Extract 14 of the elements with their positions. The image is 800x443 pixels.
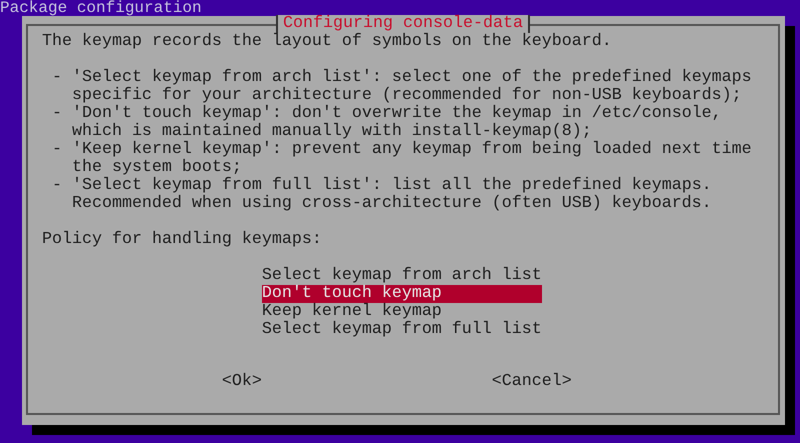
dialog-title: Configuring console-data bbox=[276, 15, 530, 33]
bullet-text: - 'Select keymap from arch list': select one of the predefined keymaps specific for your architecture (recommended for non-USB keyboards); bbox=[52, 69, 753, 105]
back-title: Package configuration bbox=[0, 0, 203, 17]
bullet-text: - 'Keep kernel keymap': prevent any keymap from being loaded next time the system boots; bbox=[52, 141, 753, 177]
bullet-text: - 'Select keymap from full list': list all the predefined keymaps. Recommended when using cross-architecture (often USB) keyboards. bbox=[52, 177, 713, 213]
dialog-button[interactable]: <Cancel> bbox=[492, 373, 572, 391]
dialog-button[interactable]: <Ok> bbox=[222, 373, 262, 391]
menu-option[interactable]: Keep kernel keymap bbox=[262, 303, 542, 321]
bullet-text: - 'Don't touch keymap': don't overwrite the keymap in /etc/console, which is maintained manually with install-keymap(8); bbox=[52, 105, 722, 141]
menu-option[interactable]: Select keymap from full list bbox=[262, 321, 542, 339]
intro-text: The keymap records the layout of symbols on the keyboard. bbox=[42, 33, 613, 51]
prompt-text: Policy for handling keymaps: bbox=[42, 231, 323, 249]
menu-option[interactable]: Don't touch keymap bbox=[262, 285, 542, 303]
menu-option[interactable]: Select keymap from arch list bbox=[262, 267, 542, 285]
